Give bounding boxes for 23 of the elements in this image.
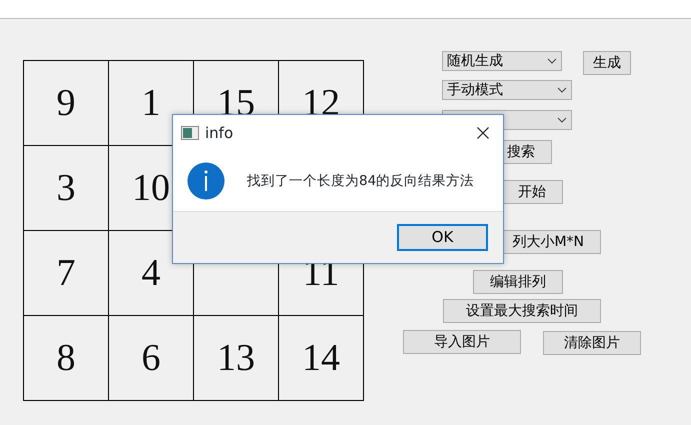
- dropdown[interactable]: 随机生成: [442, 51, 562, 71]
- ok-button[interactable]: OK: [397, 224, 488, 251]
- push-button[interactable]: 清除图片: [543, 331, 641, 355]
- puzzle-tile[interactable]: 9: [24, 61, 109, 146]
- push-button[interactable]: 生成: [583, 51, 631, 75]
- puzzle-tile[interactable]: 8: [24, 316, 109, 401]
- close-icon[interactable]: [477, 127, 489, 139]
- window-icon: [181, 126, 199, 140]
- puzzle-tile[interactable]: 7: [24, 231, 109, 316]
- dropdown[interactable]: 手动模式: [442, 80, 572, 100]
- dialog-title: info: [205, 122, 234, 144]
- caret-icon: [547, 58, 557, 64]
- puzzle-tile[interactable]: 6: [109, 316, 194, 401]
- caret-icon: [557, 117, 567, 123]
- push-button[interactable]: 编辑排列: [473, 270, 563, 294]
- push-button[interactable]: 导入图片: [403, 330, 521, 354]
- push-button[interactable]: 设置最大搜索时间: [443, 299, 601, 323]
- puzzle-tile[interactable]: 14: [279, 316, 364, 401]
- puzzle-tile[interactable]: 3: [24, 146, 109, 231]
- info-icon: [187, 162, 225, 200]
- puzzle-tile[interactable]: 13: [194, 316, 279, 401]
- caret-icon: [557, 87, 567, 93]
- dialog-message: 找到了一个长度为84的反向结果方法: [247, 172, 474, 191]
